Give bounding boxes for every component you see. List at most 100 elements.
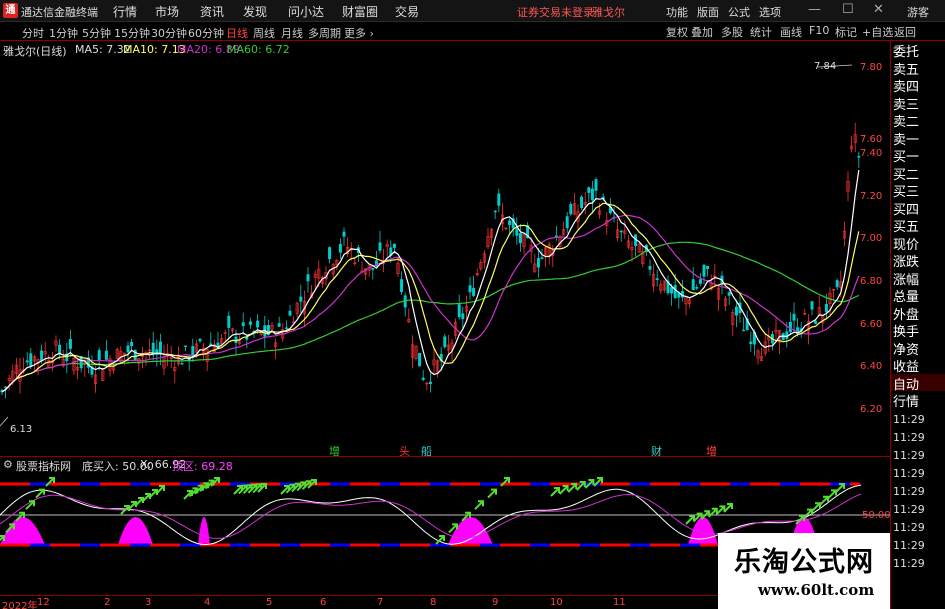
side-tab-15[interactable]: 外盘: [891, 303, 945, 323]
watermark-title: 乐淘公式网: [734, 547, 874, 578]
menu-market-quotes[interactable]: 行情: [113, 3, 137, 20]
app-title: 通达信金融终端: [21, 6, 98, 19]
candlestick-chart[interactable]: 7.84 6.13: [0, 57, 890, 455]
period-30min[interactable]: 30分钟: [151, 25, 187, 41]
candle-body: [536, 258, 540, 268]
period-monthly[interactable]: 月线: [281, 25, 303, 41]
candle-body: [727, 292, 731, 296]
price-tick: 7.00: [860, 233, 883, 244]
candle-body: [792, 313, 796, 321]
candle-body: [810, 301, 814, 310]
menu-discover[interactable]: 发现: [243, 3, 267, 20]
app-logo-icon: 通: [3, 3, 18, 18]
candle-body: [619, 230, 623, 233]
low-price-label: 6.13: [10, 424, 32, 435]
candle-body: [461, 313, 465, 320]
mark-button[interactable]: 标记: [835, 24, 857, 40]
tick-time: 11:29: [893, 557, 925, 570]
side-tab-8[interactable]: 买三: [891, 181, 945, 200]
close-icon[interactable]: ✕: [873, 2, 884, 17]
menu-market[interactable]: 市场: [155, 3, 179, 20]
side-tab-0[interactable]: 委托: [891, 41, 945, 60]
candle-body: [540, 257, 544, 259]
side-tab-9[interactable]: 买四: [891, 198, 945, 218]
side-tab-1[interactable]: 卖五: [891, 58, 945, 78]
price-axis: 7.80 7.60 7.40 7.20 7.00 6.80 6.60 6.40 …: [860, 57, 890, 455]
side-tab-3[interactable]: 卖三: [891, 93, 945, 113]
date-tick: 12: [37, 597, 50, 608]
candle-body: [785, 331, 789, 339]
overlay-button[interactable]: 叠加: [691, 24, 713, 40]
multi-stock-button[interactable]: 多股: [721, 24, 743, 40]
candle-body: [421, 377, 425, 380]
candle-body: [734, 306, 738, 316]
side-tab-18[interactable]: 收益: [891, 356, 945, 375]
menu-news[interactable]: 资讯: [200, 3, 224, 20]
menu-function[interactable]: 功能: [666, 4, 688, 20]
candle-body: [248, 321, 252, 325]
menu-ask[interactable]: 问小达: [288, 3, 324, 20]
side-tab-17[interactable]: 净资: [891, 338, 945, 358]
menu-formula[interactable]: 公式: [728, 4, 750, 20]
candle-body: [328, 247, 332, 260]
period-weekly[interactable]: 周线: [253, 25, 275, 41]
menu-trade[interactable]: 交易: [395, 3, 419, 20]
candle-body: [580, 196, 584, 209]
draw-button[interactable]: 画线: [780, 24, 802, 40]
candle-body: [497, 193, 501, 206]
level-label: 50.00: [862, 510, 890, 521]
f10-button[interactable]: F10: [809, 24, 829, 37]
side-tab-10[interactable]: 买五: [891, 216, 945, 235]
candle-body: [342, 231, 346, 237]
menu-options[interactable]: 选项: [759, 4, 781, 20]
candle-body: [97, 350, 101, 361]
tick-time: 11:29: [893, 467, 925, 480]
back-button[interactable]: 返回: [894, 24, 916, 40]
period-5min[interactable]: 5分钟: [82, 25, 111, 41]
candle-body: [418, 352, 422, 367]
side-tab-5[interactable]: 卖一: [891, 128, 945, 148]
bull-area: [688, 517, 718, 545]
side-tab-4[interactable]: 卖二: [891, 111, 945, 130]
guest-label[interactable]: 游客: [907, 4, 929, 20]
low-marker-line: [0, 416, 9, 427]
side-tab-19[interactable]: 自动: [891, 373, 945, 393]
side-tab-13[interactable]: 涨幅: [891, 268, 945, 288]
menu-wealth[interactable]: 财富圈: [342, 3, 378, 20]
date-tick: 8: [430, 597, 437, 608]
date-tick: 2: [104, 597, 111, 608]
candle-body: [824, 303, 828, 313]
side-tab-14[interactable]: 总量: [891, 286, 945, 305]
login-notice[interactable]: 证券交易未登录: [517, 4, 594, 20]
period-more[interactable]: 更多 ›: [344, 25, 374, 41]
candle-body: [594, 179, 598, 191]
price-tick: 7.80: [860, 62, 883, 73]
period-intraday[interactable]: 分时: [22, 25, 44, 41]
minimize-icon[interactable]: —: [808, 2, 821, 17]
candle-body: [104, 350, 108, 360]
add-watchlist-button[interactable]: +自选: [862, 24, 893, 40]
side-tab-20[interactable]: 行情: [891, 391, 945, 410]
candle-body: [392, 243, 396, 248]
period-60min[interactable]: 60分钟: [188, 25, 224, 41]
title-bar: 通 通达信金融终端 行情 市场 资讯 发现 问小达 财富圈 交易 证券交易未登录…: [0, 0, 945, 22]
period-multi[interactable]: 多周期: [308, 25, 341, 41]
green-arrow: [474, 500, 484, 510]
maximize-icon[interactable]: ☐: [842, 2, 854, 17]
side-tab-11[interactable]: 现价: [891, 233, 945, 253]
period-1min[interactable]: 1分钟: [49, 25, 78, 41]
stats-button[interactable]: 统计: [750, 24, 772, 40]
candle-body: [68, 339, 72, 349]
side-tab-16[interactable]: 换手: [891, 321, 945, 340]
side-tab-12[interactable]: 涨跌: [891, 251, 945, 270]
side-tab-7[interactable]: 买二: [891, 163, 945, 183]
period-daily[interactable]: 日线: [226, 25, 248, 41]
period-15min[interactable]: 15分钟: [114, 25, 150, 41]
side-tab-6[interactable]: 买一: [891, 146, 945, 165]
candle-body: [515, 228, 519, 236]
candle-body: [508, 220, 512, 226]
adjust-button[interactable]: 复权: [666, 24, 688, 40]
menu-layout[interactable]: 版面: [697, 4, 719, 20]
side-tab-2[interactable]: 卖四: [891, 76, 945, 95]
date-tick: 10: [550, 597, 563, 608]
